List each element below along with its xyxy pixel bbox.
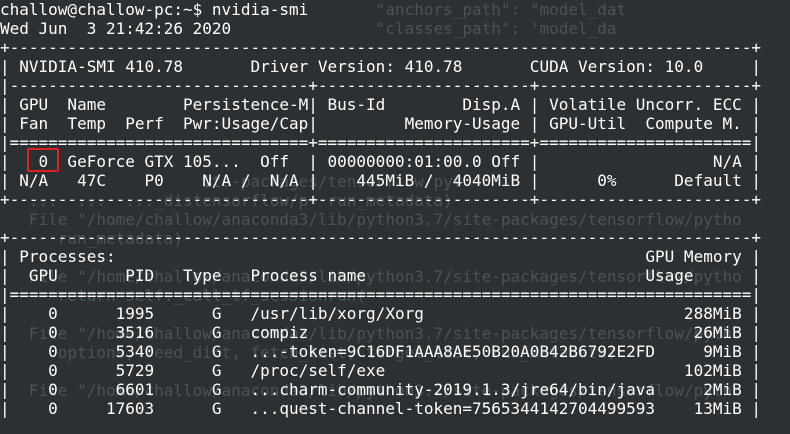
column-header-2: | Fan Temp Perf Pwr:Usage/Cap| Memory-Us…	[0, 114, 761, 133]
bg-line: File "/home/challow/anaconda3/lib/python…	[0, 210, 742, 229]
timestamp: Wed Jun 3 21:42:26 2020	[0, 19, 232, 38]
terminal-window[interactable]: "anchors_path": "model_dat "classes_path…	[0, 0, 790, 434]
processes-header-2: | GPU PID Type Process name Usage |	[0, 266, 761, 285]
header-separator: |===============================+=======…	[0, 133, 761, 152]
processes-separator: |=======================================…	[0, 285, 761, 304]
process-row: | 0 6601 G ...charm-community-2019.1.3/j…	[0, 380, 761, 399]
table-top-border: |-------------------------------+-------…	[0, 76, 761, 95]
header-border: +---------------------------------------…	[0, 38, 761, 57]
processes-header-1: | Processes: GPU Memory |	[0, 247, 761, 266]
column-header-1: | GPU Name Persistence-M| Bus-Id Disp.A …	[0, 95, 761, 114]
processes-border: +---------------------------------------…	[0, 228, 761, 247]
gpu-row-1: | 0 GeForce GTX 105... Off | 00000000:01…	[0, 152, 761, 171]
table-bottom-border: +-------------------------------+-------…	[0, 190, 761, 209]
gpu-index-highlight	[27, 148, 59, 172]
process-row: | 0 5729 G /proc/self/exe 102MiB |	[0, 361, 761, 380]
process-row: | 0 3516 G compiz 26MiB |	[0, 323, 761, 342]
process-row: | 0 1995 G /usr/lib/xorg/Xorg 288MiB |	[0, 304, 761, 323]
version-header: | NVIDIA-SMI 410.78 Driver Version: 410.…	[0, 57, 761, 76]
process-row: | 0 5340 G ...-token=9C16DF1AAA8AE50B20A…	[0, 342, 761, 361]
gpu-row-2: | N/A 47C P0 N/A / N/A | 445MiB / 4040Mi…	[0, 171, 761, 190]
command-prompt: challow@challow-pc:~$ nvidia-smi	[0, 0, 309, 19]
process-row: | 0 17603 G ...quest-channel-token=75653…	[0, 399, 761, 418]
